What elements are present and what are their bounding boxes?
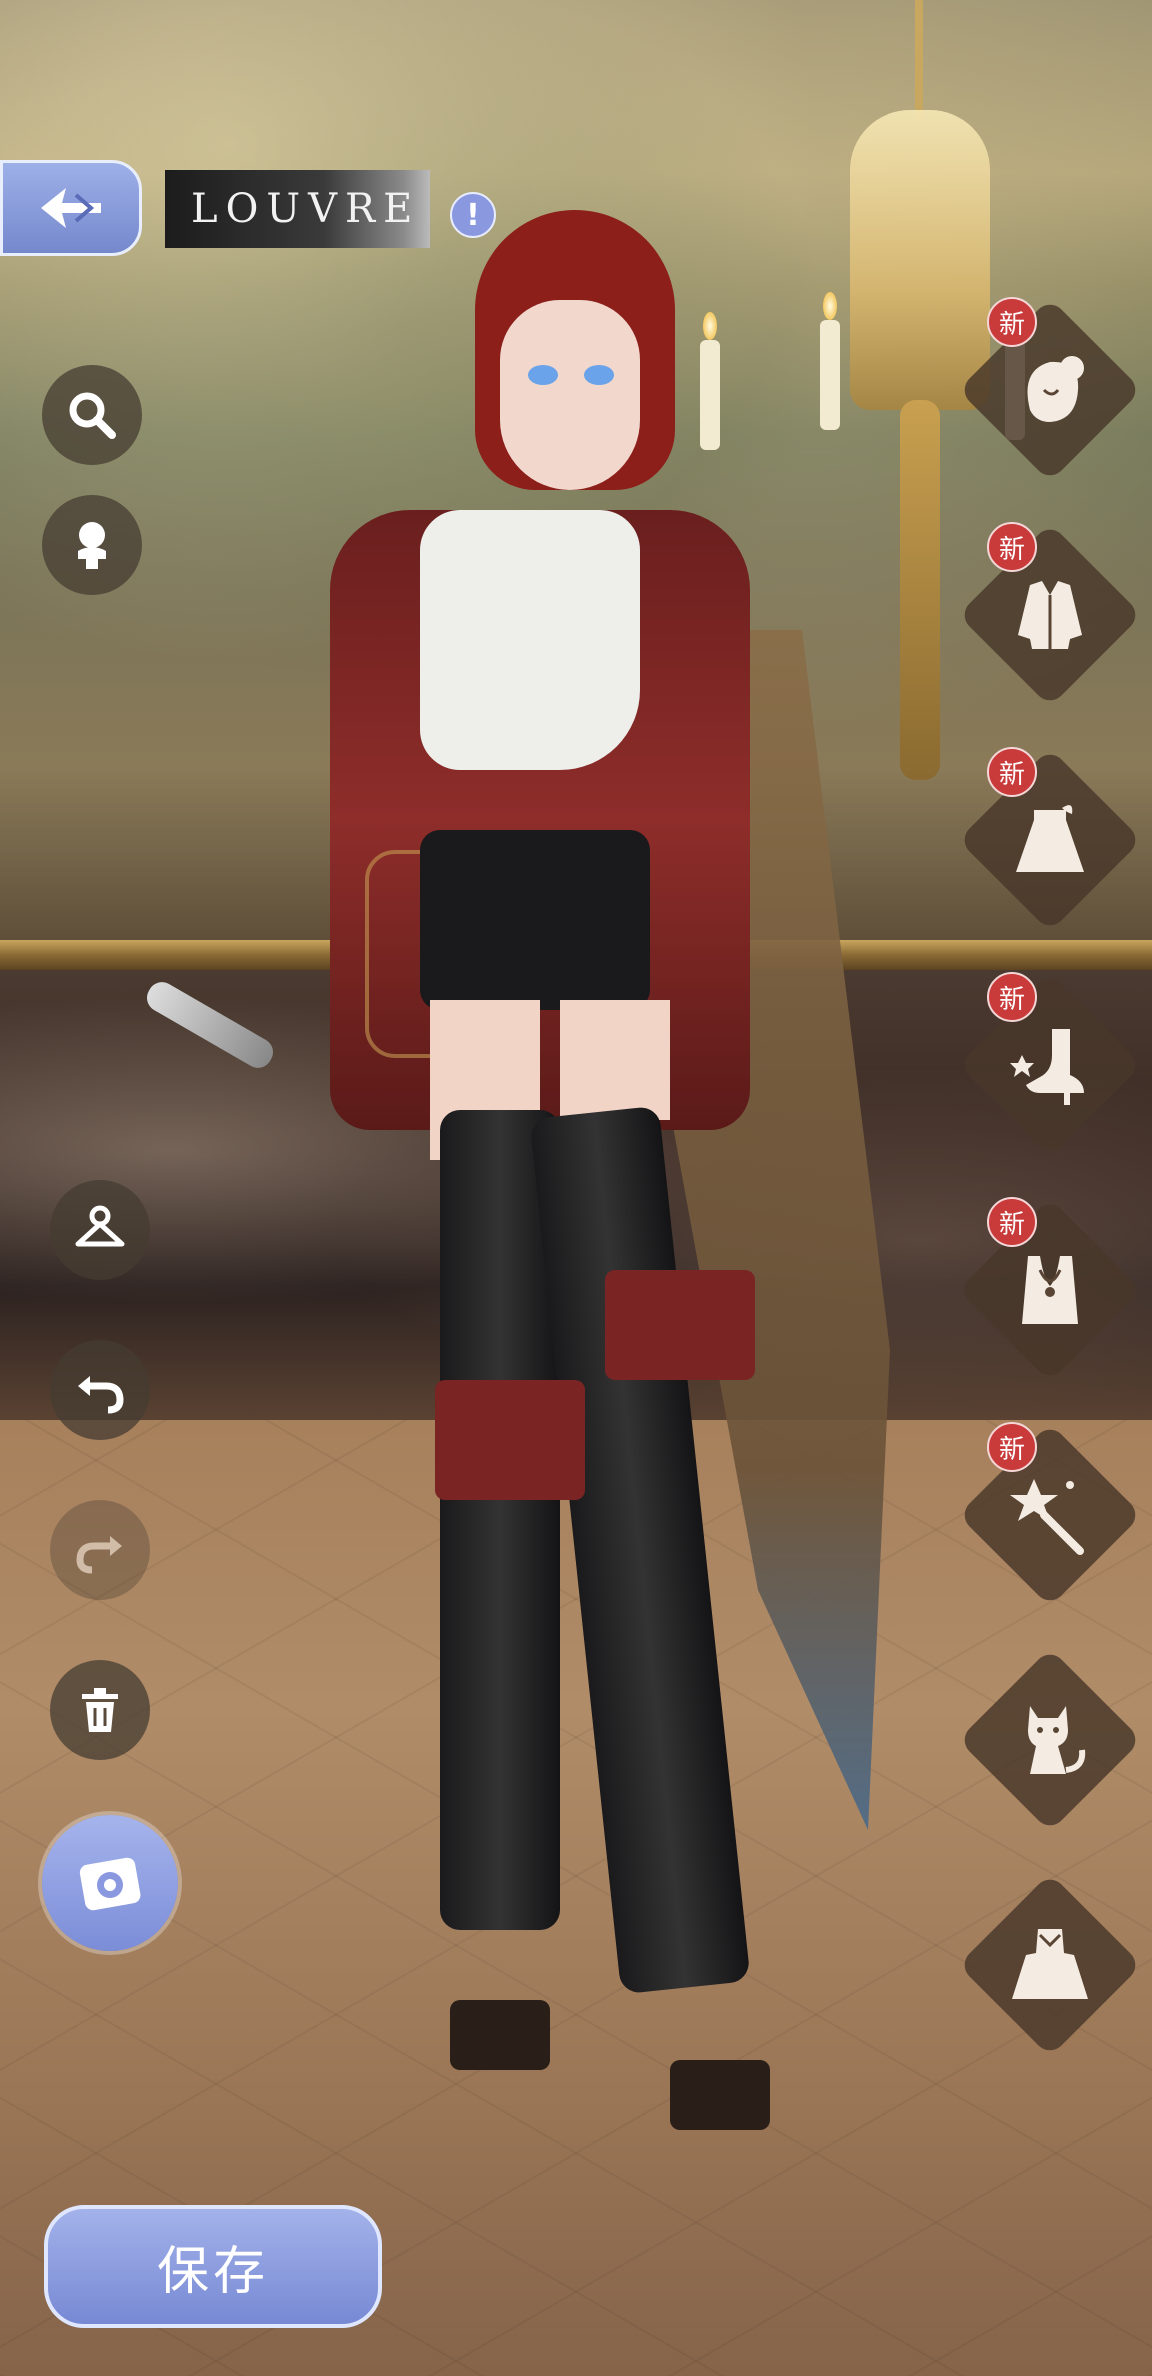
skirt-icon bbox=[1016, 805, 1084, 872]
undo-button[interactable] bbox=[50, 1340, 150, 1440]
camera-icon bbox=[79, 1857, 141, 1911]
category-top[interactable]: 新 bbox=[958, 522, 1142, 707]
camera-button[interactable] bbox=[42, 1815, 178, 1951]
location-badge: LOUVRE bbox=[165, 170, 430, 248]
category-dress[interactable] bbox=[958, 1873, 1142, 2057]
player-avatar[interactable] bbox=[141, 210, 950, 2140]
makeup-button[interactable] bbox=[42, 495, 142, 595]
info-icon[interactable]: ! bbox=[450, 192, 496, 238]
category-handheld[interactable]: 新 bbox=[958, 1422, 1142, 1607]
search-icon bbox=[69, 392, 116, 439]
trash-icon bbox=[82, 1688, 118, 1732]
category-hair[interactable]: 新 bbox=[958, 297, 1142, 482]
new-badge: 新 bbox=[987, 1197, 1037, 1247]
redo-button[interactable] bbox=[50, 1500, 150, 1600]
category-skirt[interactable]: 新 bbox=[958, 747, 1142, 932]
boot-icon bbox=[1010, 1029, 1084, 1105]
cat-icon bbox=[1028, 1706, 1086, 1774]
category-necklace[interactable]: 新 bbox=[958, 1197, 1142, 1382]
avatar-face bbox=[500, 300, 640, 490]
location-name: LOUVRE bbox=[191, 186, 421, 232]
wardrobe-button[interactable] bbox=[50, 1180, 150, 1280]
jacket-icon bbox=[1018, 581, 1082, 649]
redo-icon bbox=[76, 1536, 122, 1574]
hair-icon bbox=[1027, 356, 1084, 422]
save-button[interactable]: 保存 bbox=[44, 2205, 382, 2328]
bust-icon bbox=[78, 522, 106, 569]
avatar-jabot bbox=[420, 510, 640, 770]
new-badge: 新 bbox=[987, 522, 1037, 572]
category-pet[interactable] bbox=[958, 1648, 1142, 1832]
back-arrow-icon bbox=[41, 188, 101, 228]
hanger-icon bbox=[75, 1205, 125, 1247]
magic-wand-icon bbox=[1010, 1479, 1084, 1555]
search-button[interactable] bbox=[42, 365, 142, 465]
undo-icon bbox=[78, 1376, 124, 1414]
category-shoes[interactable]: 新 bbox=[958, 972, 1142, 1157]
delete-button[interactable] bbox=[50, 1660, 150, 1760]
avatar-shorts bbox=[420, 830, 650, 1010]
new-badge: 新 bbox=[987, 1422, 1037, 1472]
necklace-icon bbox=[1022, 1256, 1078, 1324]
back-button[interactable] bbox=[0, 160, 142, 256]
new-badge: 新 bbox=[987, 747, 1037, 797]
dress-icon bbox=[1012, 1929, 1088, 1999]
save-label: 保存 bbox=[156, 2242, 269, 2302]
new-badge: 新 bbox=[987, 297, 1037, 347]
new-badge: 新 bbox=[987, 972, 1037, 1022]
